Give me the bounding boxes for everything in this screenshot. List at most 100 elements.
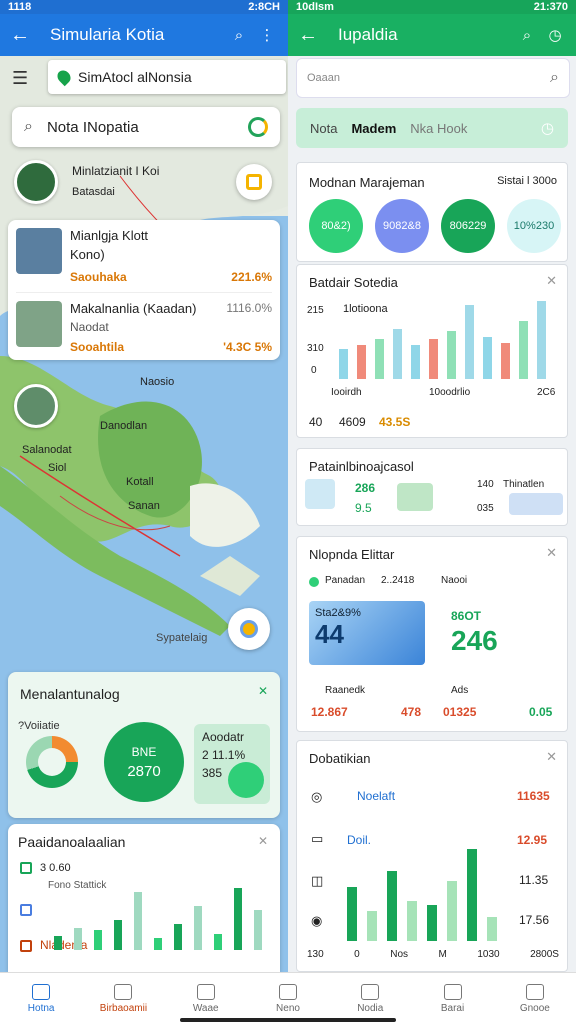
- metric-circle[interactable]: 80& 2): [309, 199, 363, 253]
- x-tick: 10oodrlio: [429, 387, 471, 398]
- x-tick: 1030: [477, 949, 500, 960]
- row-icon: ◉: [311, 913, 323, 928]
- file-icon: [361, 983, 380, 1000]
- row-value: 12.95: [517, 833, 548, 847]
- x-tick: 2C6: [537, 387, 556, 398]
- place-title: Mianlgja Klott: [70, 228, 149, 243]
- places-card: Mianlgja Klott Kono) Saouhaka 221.6% Mak…: [8, 220, 280, 360]
- bar: [94, 930, 102, 950]
- metric-circle[interactable]: 10% 230: [507, 199, 561, 253]
- map-label: Salanodat: [22, 444, 72, 456]
- close-icon[interactable]: ✕: [258, 834, 268, 848]
- legend-dot: [309, 577, 319, 587]
- clock-icon[interactable]: ◷: [541, 119, 554, 137]
- place-item[interactable]: Mianlgja Klott Kono) Saouhaka 221.6%: [8, 220, 280, 292]
- card-meta: Sistai l 300o: [497, 175, 557, 187]
- nav-label: Neno: [276, 1002, 300, 1014]
- nav-item-3[interactable]: Waae: [165, 973, 247, 1024]
- nav-label: Nodia: [357, 1002, 384, 1014]
- expand-icon[interactable]: ✕: [258, 684, 268, 698]
- bar: [447, 331, 456, 379]
- nav-label: Birbaoamii: [99, 1002, 148, 1014]
- bar: [467, 849, 477, 941]
- landmark-icon: [305, 479, 335, 509]
- search-icon[interactable]: ⌕: [550, 69, 559, 87]
- stat-tile[interactable]: Sta2&9% 44: [309, 601, 425, 665]
- row-label: Ads: [451, 685, 469, 696]
- more-menu-icon[interactable]: ⋮: [256, 26, 278, 44]
- my-location-button[interactable]: [228, 608, 270, 650]
- clock-icon[interactable]: ◷: [544, 26, 566, 44]
- search-icon[interactable]: ⌕: [228, 27, 250, 44]
- metric-circle-label: 10%: [513, 219, 536, 232]
- back-arrow-icon[interactable]: ←: [10, 24, 36, 47]
- metric-circle-label: 806: [449, 219, 468, 232]
- row-value: 12.867: [311, 705, 348, 719]
- document-icon: [114, 983, 133, 1000]
- legend-label: Panadan: [325, 575, 366, 586]
- back-arrow-icon[interactable]: ←: [298, 24, 324, 47]
- search-placeholder: Oaaan: [307, 72, 341, 84]
- place-subtitle: Kono): [70, 247, 105, 262]
- elite-card: Nlopnda Elittar ✕ Panadan 2..2418 Naooi …: [296, 536, 568, 732]
- map-search-input[interactable]: ⌕ Nota INopatia: [12, 107, 280, 147]
- bar: [447, 881, 457, 941]
- status-time: 1118: [8, 1, 32, 13]
- tab-madem[interactable]: Madem: [351, 121, 396, 136]
- close-icon[interactable]: ✕: [546, 545, 557, 561]
- menu-icon[interactable]: ☰: [12, 68, 28, 89]
- bar: [483, 337, 492, 379]
- location-search-bar[interactable]: SimAtocl alNonsia: [48, 60, 286, 94]
- card-title: Paaidanoalaalian: [18, 834, 126, 850]
- x-tick: 130: [307, 949, 324, 960]
- tile-label: Sta2&9%: [315, 607, 361, 619]
- bag-icon: [443, 983, 462, 1000]
- lens-icon[interactable]: [248, 117, 268, 137]
- home-indicator: [180, 1018, 396, 1022]
- avatar[interactable]: [14, 160, 58, 204]
- x-axis-labels: 130 0 Nos M 1030 2800S: [307, 949, 559, 960]
- close-icon[interactable]: ✕: [546, 273, 557, 289]
- bar: [154, 938, 162, 950]
- x-tick: M: [438, 949, 447, 960]
- footer-value: 43.5S: [379, 415, 411, 429]
- nav-profile[interactable]: Gnooe: [494, 973, 576, 1024]
- place-item[interactable]: Makalnanlia (Kaadan) 1116.0% Naodat Sooa…: [8, 293, 280, 362]
- bar: [465, 305, 474, 379]
- metric-circle-sub: 229: [468, 219, 487, 232]
- layers-button[interactable]: [236, 164, 272, 200]
- right-search-input[interactable]: Oaaan ⌕: [296, 58, 570, 98]
- close-icon[interactable]: ✕: [546, 749, 557, 765]
- bar: [427, 905, 437, 941]
- nav-item-5[interactable]: Nodia: [329, 973, 411, 1024]
- bar: [407, 901, 417, 941]
- place-title: Makalnanlia (Kaadan): [70, 301, 197, 316]
- nav-home[interactable]: Hotna: [0, 973, 82, 1024]
- y-tick: 215: [307, 305, 324, 316]
- chart-row-icon: [20, 904, 32, 916]
- place-meta: Sooahtila: [70, 340, 125, 354]
- bar: [429, 339, 438, 379]
- dobat-bar-chart: [347, 849, 497, 941]
- avatar[interactable]: [14, 384, 58, 428]
- map-label: Sypatelaig: [156, 632, 208, 644]
- dobat-card: Dobatikian ✕ ◎ Noelaft 11635 ▭ Doil. 12.…: [296, 740, 568, 972]
- tab-nka-hook[interactable]: Nka Hook: [410, 121, 541, 136]
- nav-item-2[interactable]: Birbaoamii: [82, 973, 164, 1024]
- map-label: Kotall: [126, 476, 154, 488]
- row-value: 0.05: [529, 705, 553, 719]
- metric-circle[interactable]: 908 2&8: [375, 199, 429, 253]
- x-tick: Iooirdh: [331, 387, 362, 398]
- card-title: Patainlbinoajcasol: [309, 459, 414, 474]
- nav-item-6[interactable]: Barai: [411, 973, 493, 1024]
- nav-item-4[interactable]: Neno: [247, 973, 329, 1024]
- tab-nota[interactable]: Nota: [310, 121, 337, 136]
- donut-chart: [26, 736, 78, 788]
- metric-circle-label: 908: [383, 219, 402, 232]
- y-tick: 0: [311, 365, 317, 376]
- side-label: Aoodatr: [202, 730, 245, 744]
- search-icon[interactable]: ⌕: [516, 27, 538, 44]
- metric-circle[interactable]: 806 229: [441, 199, 495, 253]
- face-icon: [278, 983, 297, 1000]
- bar: [367, 911, 377, 941]
